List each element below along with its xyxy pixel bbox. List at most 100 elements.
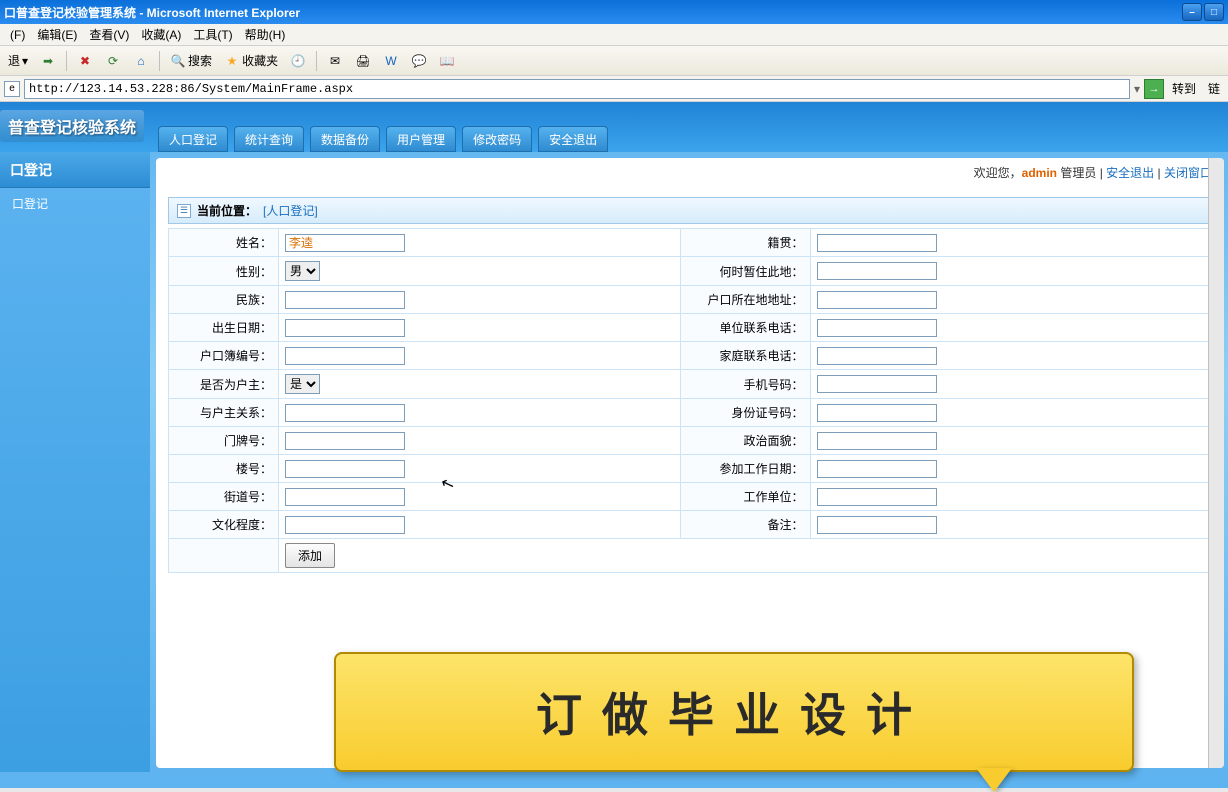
callout-banner: 订做毕业设计: [334, 652, 1134, 772]
input-work-phone[interactable]: [817, 319, 937, 337]
menu-help[interactable]: 帮助(H): [239, 24, 292, 45]
label-home-phone: 家庭联系电话：: [680, 342, 810, 370]
history-button[interactable]: 🕘: [286, 51, 310, 71]
input-work-start-date[interactable]: [817, 460, 937, 478]
print-icon: 🖨: [355, 53, 371, 69]
stop-button[interactable]: ✖: [73, 51, 97, 71]
label-street-no: 街道号：: [169, 483, 279, 511]
welcome-bar: 欢迎您，admin 管理员 | 安全退出 | 关闭窗口: [156, 158, 1224, 187]
sidebar-item-population-register[interactable]: 口登记: [0, 188, 150, 218]
tab-population-register[interactable]: 人口登记: [158, 126, 228, 152]
window-title: 口普查登记校验管理系统 - Microsoft Internet Explore…: [4, 4, 1182, 21]
window-titlebar: 口普查登记校验管理系统 - Microsoft Internet Explore…: [0, 0, 1228, 24]
input-temp-residence[interactable]: [817, 262, 937, 280]
link-close-window[interactable]: 关闭窗口: [1164, 166, 1212, 180]
label-relation-householder: 与户主关系：: [169, 399, 279, 427]
home-icon: ⌂: [133, 53, 149, 69]
menu-view[interactable]: 查看(V): [83, 24, 135, 45]
input-home-phone[interactable]: [817, 347, 937, 365]
label-temp-residence: 何时暂住此地：: [680, 257, 810, 286]
input-remarks[interactable]: [817, 516, 937, 534]
add-button[interactable]: 添加: [285, 543, 335, 568]
app-tabs: 人口登记 统计查询 数据备份 用户管理 修改密码 安全退出: [158, 126, 608, 152]
home-button[interactable]: ⌂: [129, 51, 153, 71]
go-button[interactable]: →: [1144, 79, 1164, 99]
tab-safe-exit[interactable]: 安全退出: [538, 126, 608, 152]
input-hukou-address[interactable]: [817, 291, 937, 309]
back-button[interactable]: 退 ▾: [4, 50, 32, 71]
input-birthdate[interactable]: [285, 319, 405, 337]
label-hukou-address: 户口所在地地址：: [680, 286, 810, 314]
favorites-button[interactable]: ★收藏夹: [220, 50, 282, 71]
forward-button[interactable]: ➡: [36, 51, 60, 71]
label-political-status: 政治面貌：: [680, 427, 810, 455]
label-ethnicity: 民族：: [169, 286, 279, 314]
label-work-start-date: 参加工作日期：: [680, 455, 810, 483]
refresh-button[interactable]: ⟳: [101, 51, 125, 71]
tab-change-password[interactable]: 修改密码: [462, 126, 532, 152]
menu-tools[interactable]: 工具(T): [187, 24, 238, 45]
discuss-icon: 💬: [411, 53, 427, 69]
label-birthdate: 出生日期：: [169, 314, 279, 342]
forward-icon: ➡: [40, 53, 56, 69]
maximize-button[interactable]: □: [1204, 3, 1224, 21]
book-icon: 📖: [439, 53, 455, 69]
label-is-householder: 是否为户主：: [169, 370, 279, 399]
input-building-no[interactable]: [285, 460, 405, 478]
input-street-no[interactable]: [285, 488, 405, 506]
select-gender[interactable]: 男: [285, 261, 320, 281]
mail-button[interactable]: ✉: [323, 51, 347, 71]
input-education[interactable]: [285, 516, 405, 534]
research-button[interactable]: 📖: [435, 51, 459, 71]
input-mobile[interactable]: [817, 375, 937, 393]
tab-stat-query[interactable]: 统计查询: [234, 126, 304, 152]
links-label[interactable]: 链: [1204, 80, 1224, 97]
url-input[interactable]: [24, 79, 1130, 99]
label-building-no: 楼号：: [169, 455, 279, 483]
search-icon: 🔍: [170, 53, 186, 69]
input-work-unit[interactable]: [817, 488, 937, 506]
label-work-phone: 单位联系电话：: [680, 314, 810, 342]
breadcrumb-link[interactable]: [人口登记]: [263, 202, 318, 219]
input-door-no[interactable]: [285, 432, 405, 450]
welcome-greeting: 欢迎您，: [974, 166, 1022, 180]
vertical-scrollbar[interactable]: [1208, 158, 1224, 768]
label-id-number: 身份证号码：: [680, 399, 810, 427]
toolbar: 退 ▾ ➡ ✖ ⟳ ⌂ 🔍搜索 ★收藏夹 🕘 ✉ 🖨 W 💬 📖: [0, 46, 1228, 76]
link-safe-exit[interactable]: 安全退出: [1106, 166, 1154, 180]
breadcrumb-icon: ☰: [177, 204, 191, 218]
input-hukou-book-no[interactable]: [285, 347, 405, 365]
tab-data-backup[interactable]: 数据备份: [310, 126, 380, 152]
select-is-householder[interactable]: 是: [285, 374, 320, 394]
menu-file[interactable]: (F): [4, 26, 31, 44]
input-ethnicity[interactable]: [285, 291, 405, 309]
menu-edit[interactable]: 编辑(E): [31, 24, 83, 45]
label-door-no: 门牌号：: [169, 427, 279, 455]
input-relation-householder[interactable]: [285, 404, 405, 422]
search-button[interactable]: 🔍搜索: [166, 50, 216, 71]
sidebar-header: 口登记: [0, 152, 150, 188]
edit-button[interactable]: W: [379, 51, 403, 71]
mail-icon: ✉: [327, 53, 343, 69]
input-name[interactable]: [285, 234, 405, 252]
discuss-button[interactable]: 💬: [407, 51, 431, 71]
input-id-number[interactable]: [817, 404, 937, 422]
label-native-place: 籍贯：: [680, 229, 810, 257]
go-label: 转到: [1168, 80, 1200, 97]
stop-icon: ✖: [77, 53, 93, 69]
menu-favorites[interactable]: 收藏(A): [135, 24, 187, 45]
welcome-user: admin: [1022, 166, 1057, 180]
app-header: 普查登记核验系统 人口登记 统计查询 数据备份 用户管理 修改密码 安全退出: [0, 102, 1228, 152]
page-icon: e: [4, 81, 20, 97]
label-mobile: 手机号码：: [680, 370, 810, 399]
input-political-status[interactable]: [817, 432, 937, 450]
breadcrumb-label: 当前位置：: [197, 202, 257, 219]
print-button[interactable]: 🖨: [351, 51, 375, 71]
minimize-button[interactable]: –: [1182, 3, 1202, 21]
tab-user-mgmt[interactable]: 用户管理: [386, 126, 456, 152]
label-work-unit: 工作单位：: [680, 483, 810, 511]
label-education: 文化程度：: [169, 511, 279, 539]
label-hukou-book-no: 户口簿编号：: [169, 342, 279, 370]
label-gender: 性别：: [169, 257, 279, 286]
input-native-place[interactable]: [817, 234, 937, 252]
